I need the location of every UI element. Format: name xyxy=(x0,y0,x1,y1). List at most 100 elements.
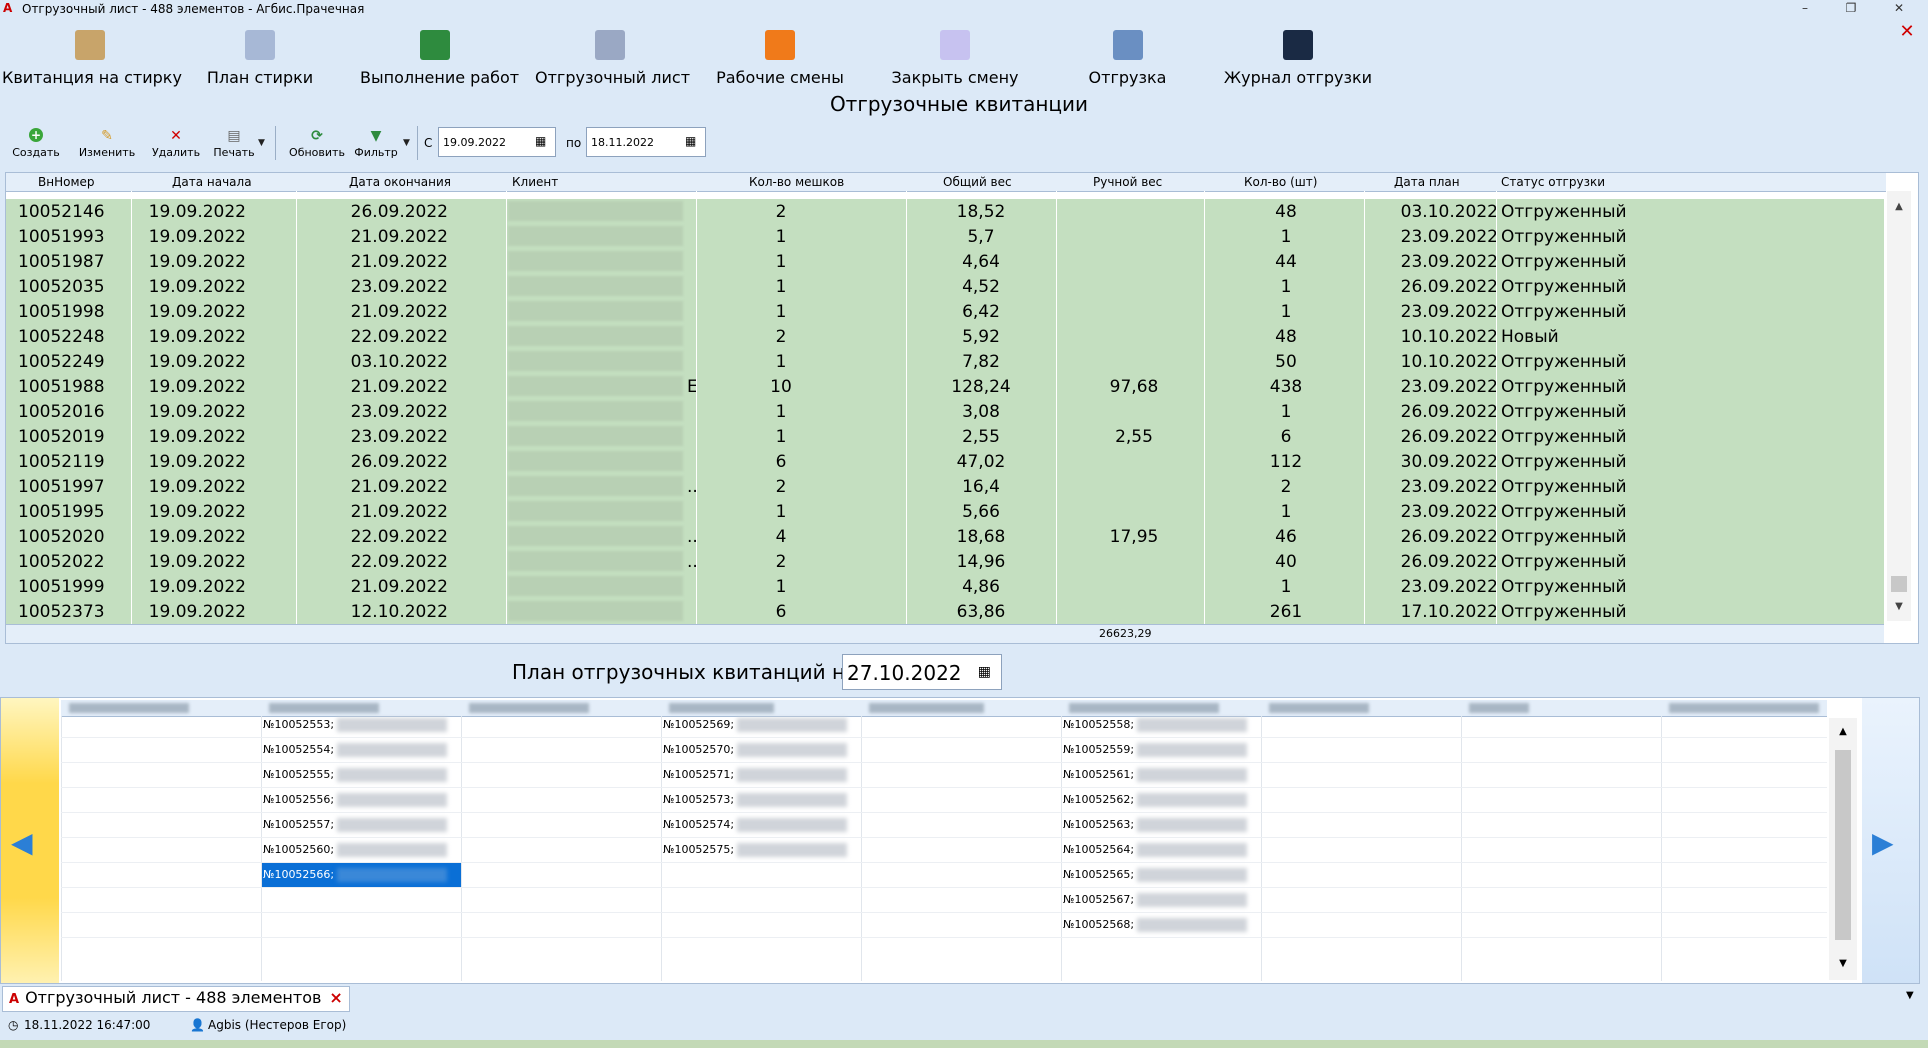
col-header-start-date[interactable]: Дата начала xyxy=(172,175,252,189)
scrollbar-thumb[interactable] xyxy=(1835,750,1851,940)
client-cell-redacted xyxy=(508,351,683,371)
plan-cell[interactable]: №10052559; xyxy=(1061,737,1261,762)
col-header-total-weight[interactable]: Общий вес xyxy=(943,175,1012,189)
tabs-dropdown-icon[interactable]: ▼ xyxy=(1906,990,1914,1001)
table-row[interactable]: 10052119 19.09.2022 26.09.2022 6 47,02 112 30.… xyxy=(6,449,1884,475)
from-date-input[interactable]: 19.09.2022 ▦ xyxy=(438,127,556,157)
ribbon-button-8[interactable]: Журнал отгрузки xyxy=(1218,24,1378,92)
arrow-left-icon[interactable]: ◀ xyxy=(11,826,33,859)
plan-cell[interactable]: №10052560; xyxy=(261,837,461,862)
create-button[interactable]: + Создать xyxy=(10,125,62,161)
plan-grid[interactable]: ◀ №10052553; №10052554; №10052555; №1005255… xyxy=(0,697,1920,984)
scrollbar-thumb[interactable] xyxy=(1891,576,1907,592)
plan-cell[interactable]: №10052558; xyxy=(1061,712,1261,737)
print-button[interactable]: ▤ Печать xyxy=(210,125,258,161)
tab-shipping-list[interactable]: A Отгрузочный лист - 488 элементов × xyxy=(2,986,350,1012)
cell-status: Отгруженный xyxy=(1501,502,1627,522)
plan-cell[interactable]: №10052573; xyxy=(661,787,861,812)
ribbon-button-6[interactable]: Закрыть смену xyxy=(885,24,1025,92)
to-date-input[interactable]: 18.11.2022 ▦ xyxy=(586,127,706,157)
table-row[interactable]: 10052019 19.09.2022 23.09.2022 1 2,55 2,55 6 26… xyxy=(6,424,1884,450)
plan-grid-scrollbar[interactable]: ▲ ▼ xyxy=(1829,718,1857,980)
table-row[interactable]: 10051995 19.09.2022 21.09.2022 1 5,66 1 23.09.… xyxy=(6,499,1884,525)
tab-close-icon[interactable]: × xyxy=(329,988,342,1007)
calendar-icon[interactable]: ▦ xyxy=(535,134,549,148)
plan-cell[interactable]: №10052570; xyxy=(661,737,861,762)
previous-nav[interactable]: ◀ xyxy=(1,698,59,983)
table-row[interactable]: 10052016 19.09.2022 23.09.2022 1 3,08 1 26.09.… xyxy=(6,399,1884,425)
ribbon-button-5[interactable]: Рабочие смены xyxy=(715,24,845,92)
col-header-end-date[interactable]: Дата окончания xyxy=(349,175,451,189)
plan-cell[interactable]: №10052553; xyxy=(261,712,461,737)
plan-cell[interactable]: №10052574; xyxy=(661,812,861,837)
col-header-status[interactable]: Статус отгрузки xyxy=(1501,175,1605,189)
table-row[interactable]: 10051998 19.09.2022 21.09.2022 1 6,42 1 23.09.… xyxy=(6,299,1884,325)
table-row[interactable]: 10052373 19.09.2022 12.10.2022 6 63,86 261 17.… xyxy=(6,599,1884,625)
col-header-plan-date[interactable]: Дата план xyxy=(1394,175,1460,189)
scroll-down-icon[interactable]: ▼ xyxy=(1887,601,1911,612)
redacted-text xyxy=(737,818,848,832)
ribbon-button-7[interactable]: Отгрузка xyxy=(1075,24,1180,92)
close-button[interactable]: ✕ xyxy=(1884,0,1914,18)
app-close-icon[interactable]: ✕ xyxy=(1897,22,1917,42)
refresh-button[interactable]: ⟳ Обновить xyxy=(288,125,346,161)
table-row[interactable]: 10052249 19.09.2022 03.10.2022 1 7,82 50 10.10… xyxy=(6,349,1884,375)
scroll-up-icon[interactable]: ▲ xyxy=(1887,201,1911,212)
col-header-client[interactable]: Клиент xyxy=(512,175,558,189)
maximize-button[interactable]: ❐ xyxy=(1836,0,1866,18)
table-row[interactable]: .. 10052020 19.09.2022 22.09.2022 4 18,68 17,9… xyxy=(6,524,1884,550)
table-row[interactable]: .. 10052022 19.09.2022 22.09.2022 2 14,96 40 26… xyxy=(6,549,1884,575)
plan-cell[interactable]: №10052569; xyxy=(661,712,861,737)
plan-cell[interactable]: №10052562; xyxy=(1061,787,1261,812)
ribbon-button-1[interactable]: Квитанция на стирку xyxy=(2,24,182,92)
ribbon-button-2[interactable]: План стирки xyxy=(200,24,320,92)
arrow-right-icon[interactable]: ▶ xyxy=(1872,826,1894,859)
col-header-quantity[interactable]: Кол-во (шт) xyxy=(1244,175,1317,189)
plan-cell-selected[interactable]: №10052566; xyxy=(261,862,461,887)
filter-button[interactable]: ▼ Фильтр xyxy=(352,125,400,161)
plan-cell-id: №10052561; xyxy=(1063,768,1135,781)
table-row[interactable]: 10051987 19.09.2022 21.09.2022 1 4,64 44 23.09… xyxy=(6,249,1884,275)
plan-cell[interactable]: №10052565; xyxy=(1061,862,1261,887)
filter-dropdown-icon[interactable]: ▼ xyxy=(403,138,410,148)
delete-button[interactable]: ✕ Удалить xyxy=(150,125,202,161)
scroll-down-icon[interactable]: ▼ xyxy=(1829,958,1857,969)
plan-cell[interactable]: №10052575; xyxy=(661,837,861,862)
calendar-icon[interactable]: ▦ xyxy=(978,664,991,680)
table-row[interactable]: 10052146 19.09.2022 26.09.2022 2 18,52 48 03.1… xyxy=(6,199,1884,225)
cell-plan: 23.09.2022 xyxy=(1400,477,1498,497)
col-header-bags[interactable]: Кол-во мешков xyxy=(749,175,844,189)
plan-cell[interactable]: №10052556; xyxy=(261,787,461,812)
table-row[interactable]: 10051993 19.09.2022 21.09.2022 1 5,7 1 23.09.2… xyxy=(6,224,1884,250)
table-row[interactable]: 10051999 19.09.2022 21.09.2022 1 4,86 1 23.09.… xyxy=(6,574,1884,600)
table-row[interactable]: .. 10051997 19.09.2022 21.09.2022 2 16,4 2 23.0… xyxy=(6,474,1884,500)
plan-cell[interactable]: №10052555; xyxy=(261,762,461,787)
plan-cell[interactable]: №10052561; xyxy=(1061,762,1261,787)
table-row[interactable]: 10052248 19.09.2022 22.09.2022 2 5,92 48 10.10… xyxy=(6,324,1884,350)
scroll-up-icon[interactable]: ▲ xyxy=(1829,726,1857,737)
shipping-receipts-grid[interactable]: ВнНомер Дата начала Дата окончания Клиен… xyxy=(5,172,1919,644)
col-header-manual-weight[interactable]: Ручной вес xyxy=(1093,175,1162,189)
grid-scrollbar[interactable]: ▲ ▼ xyxy=(1887,191,1911,621)
plan-cell[interactable]: №10052571; xyxy=(661,762,861,787)
minimize-button[interactable]: – xyxy=(1790,0,1820,18)
plan-date-input[interactable]: 27.10.2022 ▦ xyxy=(842,654,1002,690)
ribbon-button-3[interactable]: Выполнение работ xyxy=(360,24,519,92)
plan-cell[interactable]: №10052568; xyxy=(1061,912,1261,937)
col-header-id[interactable]: ВнНомер xyxy=(38,175,95,189)
plan-cell[interactable]: №10052557; xyxy=(261,812,461,837)
plan-cell[interactable]: №10052563; xyxy=(1061,812,1261,837)
plan-cell[interactable]: №10052564; xyxy=(1061,837,1261,862)
ribbon-button-4[interactable]: Отгрузочный лист xyxy=(535,24,690,92)
redacted-text xyxy=(337,818,448,832)
cell-weight: 7,82 xyxy=(962,352,1000,372)
plan-cell[interactable]: №10052554; xyxy=(261,737,461,762)
table-row[interactable]: E 10051988 19.09.2022 21.09.2022 10 128,24 97,… xyxy=(6,374,1884,400)
table-row[interactable]: 10052035 19.09.2022 23.09.2022 1 4,52 1 26.09.… xyxy=(6,274,1884,300)
print-dropdown-icon[interactable]: ▼ xyxy=(258,138,265,148)
next-nav[interactable]: ▶ xyxy=(1862,698,1919,983)
plan-cell[interactable]: №10052567; xyxy=(1061,887,1261,912)
calendar-icon[interactable]: ▦ xyxy=(685,134,699,148)
bottom-strip xyxy=(0,1040,1928,1048)
edit-button[interactable]: ✎ Изменить xyxy=(78,125,136,161)
